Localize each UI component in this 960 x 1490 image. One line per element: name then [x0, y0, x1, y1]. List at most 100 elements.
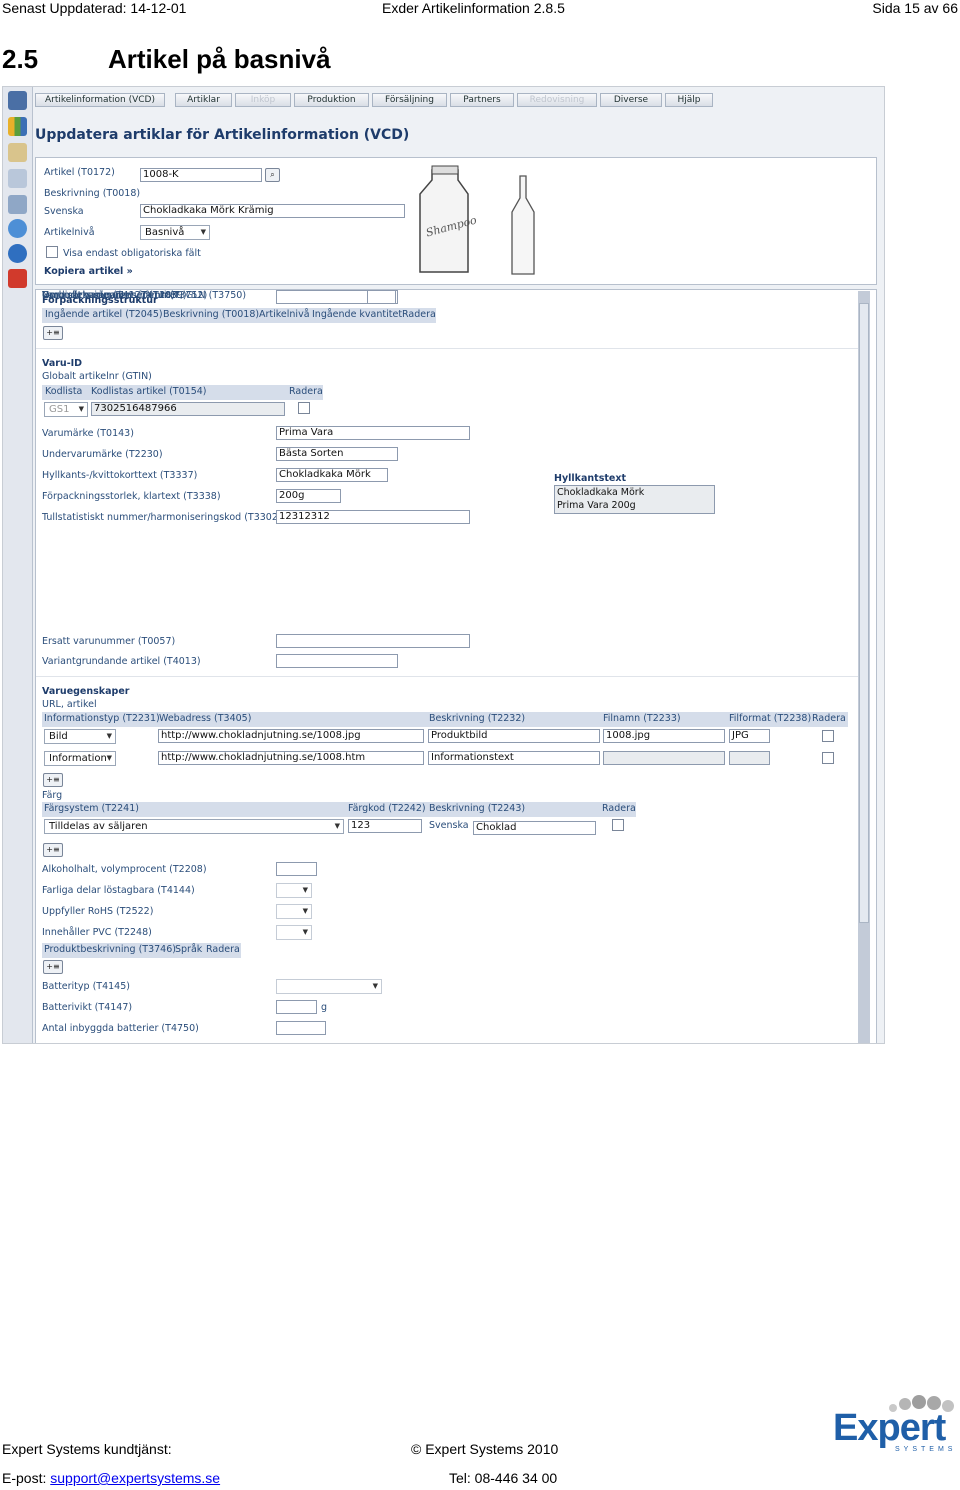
tab-artikelinformation[interactable]: Artikelinformation (VCD) — [35, 93, 165, 107]
tab-inkop[interactable]: Inköp — [235, 93, 291, 107]
divider — [36, 348, 858, 349]
field-input[interactable]: 12312312 — [276, 510, 470, 524]
add-row-icon[interactable]: +≡ — [43, 960, 63, 974]
hyllkantstext-title: Hyllkantstext — [554, 473, 626, 484]
filnamn-input[interactable] — [603, 751, 725, 765]
field-input[interactable] — [276, 1021, 326, 1035]
artikel-input[interactable]: 1008-K — [140, 168, 262, 182]
field-input[interactable]: Chokladkaka Mörk — [276, 468, 388, 482]
informationstyp-select[interactable]: Information ▼ — [44, 751, 116, 766]
tab-redovisning[interactable]: Redovisning — [517, 93, 597, 107]
fargsystem-select[interactable]: Tilldelas av säljaren ▼ — [44, 819, 344, 834]
header-doc-title: Exder Artikelinformation 2.8.5 — [382, 0, 565, 16]
field-input[interactable] — [276, 862, 317, 876]
artikelniva-select[interactable]: Basnivå ▼ — [140, 225, 210, 240]
field-input[interactable]: 200g — [276, 489, 341, 503]
scrollbar-thumb[interactable] — [859, 303, 869, 923]
header-date: Senast Uppdaterad: 14-12-01 — [2, 0, 187, 16]
kodlista-select[interactable]: GS1 ▼ — [44, 402, 88, 417]
col-radera: Radera — [812, 713, 846, 724]
url-radera-checkbox[interactable] — [822, 752, 834, 764]
field-input[interactable] — [276, 654, 398, 668]
chevron-down-icon: ▼ — [106, 732, 112, 740]
gtin-radera-checkbox[interactable] — [298, 402, 310, 414]
footer-copyright: © Expert Systems 2010 — [411, 1441, 559, 1457]
farg-label: Färg — [42, 790, 63, 801]
field-input[interactable] — [276, 634, 470, 648]
fargsystem-value: Tilldelas av säljaren — [49, 821, 148, 832]
webadress-input[interactable]: http://www.chokladnjutning.se/1008.jpg — [158, 729, 424, 743]
hyllkantstext-line: Chokladkaka Mörk — [557, 487, 645, 498]
field-input[interactable]: Prima Vara — [276, 426, 470, 440]
add-row-icon[interactable]: +≡ — [43, 773, 63, 787]
gtin-table-header: Kodlista Kodlistas artikel (T0154) Rader… — [42, 385, 323, 400]
field-label: Alkoholhalt, volymprocent (T2208) — [42, 864, 207, 875]
tab-produktion[interactable]: Produktion — [294, 93, 369, 107]
chart-icon[interactable] — [8, 117, 27, 136]
farg-beskrivning-input[interactable]: Choklad — [473, 821, 596, 835]
col-filnamn: Filnamn (T2233) — [603, 713, 681, 724]
scrollbar[interactable] — [858, 291, 870, 1043]
product-image: Shampoo — [419, 165, 535, 275]
unit-label: g — [321, 1002, 328, 1013]
chevron-down-icon: ▼ — [302, 907, 308, 915]
transfer-icon[interactable] — [8, 169, 27, 188]
col-informationstyp: Informationstyp (T2231) — [44, 713, 160, 724]
dollar-icon[interactable] — [8, 219, 27, 238]
hyllkantstext-line: Prima Vara 200g — [557, 500, 636, 511]
beskrivning-input[interactable]: Produktbild — [428, 729, 600, 743]
chevron-down-icon: ▼ — [372, 982, 378, 990]
svenska-label: Svenska — [44, 206, 84, 217]
tab-diverse[interactable]: Diverse — [600, 93, 662, 107]
fargkod-input[interactable]: 123 — [348, 819, 422, 833]
field-input[interactable] — [276, 1000, 317, 1014]
varu-id-title: Varu-ID — [42, 358, 83, 369]
logout-icon[interactable] — [8, 269, 27, 288]
add-row-icon[interactable]: +≡ — [43, 843, 63, 857]
email-link[interactable]: support@expertsystems.se — [50, 1470, 220, 1486]
farg-radera-checkbox[interactable] — [612, 819, 624, 831]
col-filformat: Filformat (T2238) — [729, 713, 812, 724]
visa-obligatoriska-checkbox[interactable] — [46, 246, 58, 258]
batterityp-select[interactable]: ▼ — [276, 979, 382, 994]
field-select[interactable]: ▼ — [276, 904, 312, 919]
chevron-down-icon: ▼ — [78, 405, 84, 413]
field-label: Ersatt varunummer (T0057) — [42, 636, 176, 647]
gtin-input[interactable]: 7302516487966 — [91, 402, 285, 416]
col-fargkod: Färgkod (T2242) — [348, 803, 426, 814]
app-screenshot: Artikelinformation (VCD) Artiklar Inköp … — [2, 86, 885, 1044]
kodlista-value: GS1 — [49, 404, 70, 415]
url-radera-checkbox[interactable] — [822, 730, 834, 742]
home-icon[interactable] — [8, 91, 27, 110]
tab-forsaljning[interactable]: Försäljning — [372, 93, 447, 107]
footer-service: Expert Systems kundtjänst: — [2, 1441, 172, 1457]
chevron-down-icon: ▼ — [302, 928, 308, 936]
help-icon[interactable] — [8, 244, 27, 263]
tab-artiklar[interactable]: Artiklar — [175, 93, 232, 107]
filformat-input[interactable] — [729, 751, 770, 765]
tab-partners[interactable]: Partners — [450, 93, 514, 107]
filnamn-input[interactable]: 1008.jpg — [603, 729, 725, 743]
field-select[interactable]: ▼ — [276, 883, 312, 898]
truck-icon[interactable] — [8, 195, 27, 214]
header-page-number: Sida 15 av 66 — [872, 0, 958, 16]
edit-icon[interactable] — [8, 143, 27, 162]
informationstyp-select[interactable]: Bild ▼ — [44, 729, 116, 744]
svenska-input[interactable]: Chokladkaka Mörk Krämig — [140, 204, 405, 218]
tab-hjalp[interactable]: Hjälp — [665, 93, 713, 107]
col-beskrivning: Beskrivning (T2232) — [429, 713, 526, 724]
kopiera-artikel-link[interactable]: Kopiera artikel » — [44, 266, 133, 277]
field-input[interactable] — [276, 290, 368, 304]
article-header-panel: Artikel (T0172) 1008-K ⌕ Beskrivning (T0… — [35, 157, 877, 285]
field-select[interactable]: ▼ — [276, 925, 312, 940]
gtin-label: Globalt artikelnr (GTIN) — [42, 371, 152, 382]
field-input[interactable]: Bästa Sorten — [276, 447, 398, 461]
add-row-icon[interactable]: +≡ — [43, 326, 63, 340]
col-radera: Radera — [289, 386, 323, 397]
filformat-input[interactable]: JPG — [729, 729, 770, 743]
search-icon[interactable]: ⌕ — [265, 168, 280, 182]
beskrivning-input[interactable]: Informationstext — [428, 751, 600, 765]
webadress-input[interactable]: http://www.chokladnjutning.se/1008.htm — [158, 751, 424, 765]
field-label: Farliga delar löstagbara (T4144) — [42, 885, 195, 896]
field-label: Undervarumärke (T2230) — [42, 449, 163, 460]
